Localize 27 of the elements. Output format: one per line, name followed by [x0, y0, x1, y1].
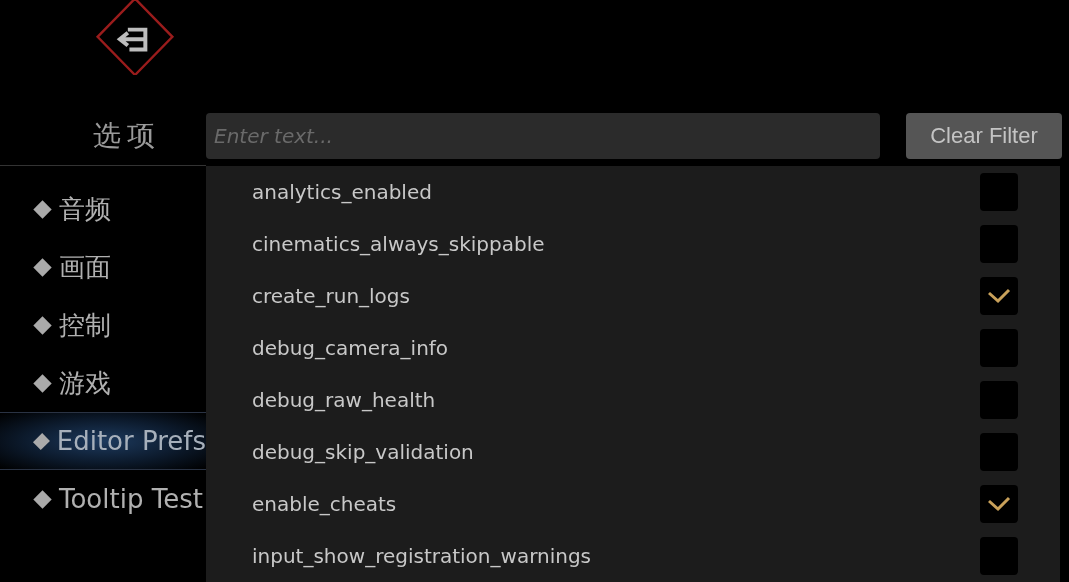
pref-label: debug_skip_validation [252, 439, 474, 466]
sidebar-item[interactable]: 游戏 [0, 354, 206, 412]
pref-label: create_run_logs [252, 283, 410, 310]
pref-label: analytics_enabled [252, 179, 432, 206]
check-icon [987, 496, 1011, 512]
pref-checkbox[interactable] [980, 485, 1018, 523]
filter-field[interactable]: Enter text... [206, 112, 880, 159]
sidebar-item[interactable]: 画面 [0, 238, 206, 296]
pref-label: enable_cheats [252, 491, 397, 518]
sidebar-item[interactable]: Editor Prefs [0, 412, 206, 470]
pref-checkbox[interactable] [980, 433, 1018, 471]
pref-checkbox[interactable] [980, 537, 1018, 575]
pref-label: debug_raw_health [252, 387, 436, 414]
pref-label: cinematics_always_skippable [252, 231, 545, 258]
sidebar-item[interactable]: 音频 [0, 180, 206, 238]
pref-label: debug_camera_info [252, 335, 449, 362]
pref-checkbox[interactable] [980, 381, 1018, 419]
sidebar-item[interactable]: Tooltip Test [0, 470, 206, 528]
pref-checkbox[interactable] [980, 329, 1018, 367]
check-icon [987, 288, 1011, 304]
options-title: 选项 [93, 117, 161, 154]
pref-checkbox[interactable] [980, 225, 1018, 263]
pref-label: input_show_registration_warnings [252, 543, 592, 570]
pref-checkbox[interactable] [980, 277, 1018, 315]
clear-filter-button[interactable]: Clear Filter [906, 112, 1062, 159]
pref-checkbox[interactable] [980, 173, 1018, 211]
sidebar-item[interactable]: 控制 [0, 296, 206, 354]
